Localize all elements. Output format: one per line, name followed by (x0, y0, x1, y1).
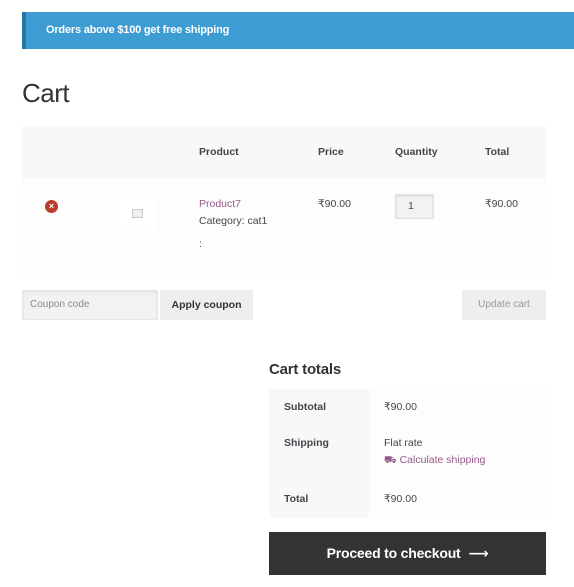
cart-item-row: × Product7 Category: cat1 : ₹90.00 1 ₹90… (22, 178, 546, 280)
coupon-code-input[interactable]: Coupon code (22, 290, 158, 320)
total-label: Total (284, 493, 309, 505)
total-value: ₹90.00 (384, 493, 417, 505)
product-thumbnail[interactable] (118, 197, 156, 231)
product-name-link[interactable]: Product7 (199, 198, 241, 210)
product-meta: : (199, 238, 202, 250)
calculate-shipping-label: Calculate shipping (399, 454, 486, 466)
page-title: Cart (22, 78, 70, 108)
header-total: Total (485, 146, 510, 158)
shipping-label: Shipping (284, 437, 329, 449)
calculate-shipping-link[interactable]: ⛟ Calculate shipping (384, 454, 485, 468)
product-category: Category: cat1 (199, 215, 268, 227)
remove-circle-icon[interactable]: × (45, 200, 58, 213)
store-notice-banner: Orders above $100 get free shipping (22, 12, 574, 49)
arrow-right-icon: ⟶ (468, 545, 489, 561)
header-product: Product (199, 146, 239, 158)
cart-table: Product Price Quantity Total × Product7 … (22, 126, 546, 280)
product-price: ₹90.00 (318, 198, 351, 210)
subtotal-label: Subtotal (284, 401, 326, 413)
cart-totals-table: Subtotal ₹90.00 Shipping Flat rate ⛟ Calc… (269, 389, 546, 518)
cart-table-header: Product Price Quantity Total (22, 126, 546, 178)
checkout-label: Proceed to checkout (326, 545, 461, 561)
shipping-method: Flat rate (384, 437, 423, 449)
image-placeholder-icon (132, 209, 143, 218)
shipping-row: Shipping Flat rate ⛟ Calculate shipping (269, 424, 546, 479)
subtotal-value: ₹90.00 (384, 401, 417, 413)
total-row: Total ₹90.00 (269, 479, 546, 518)
product-subtotal: ₹90.00 (485, 198, 518, 210)
header-quantity: Quantity (395, 146, 438, 158)
quantity-input[interactable]: 1 (395, 194, 434, 219)
proceed-to-checkout-button[interactable]: Proceed to checkout ⟶ (269, 532, 546, 575)
truck-icon: ⛟ (384, 455, 397, 466)
subtotal-row: Subtotal ₹90.00 (269, 389, 546, 424)
header-price: Price (318, 146, 344, 158)
cart-totals-title: Cart totals (269, 361, 341, 378)
update-cart-button[interactable]: Update cart (462, 290, 546, 320)
apply-coupon-button[interactable]: Apply coupon (160, 290, 253, 320)
store-notice-text: Orders above $100 get free shipping (46, 24, 230, 36)
